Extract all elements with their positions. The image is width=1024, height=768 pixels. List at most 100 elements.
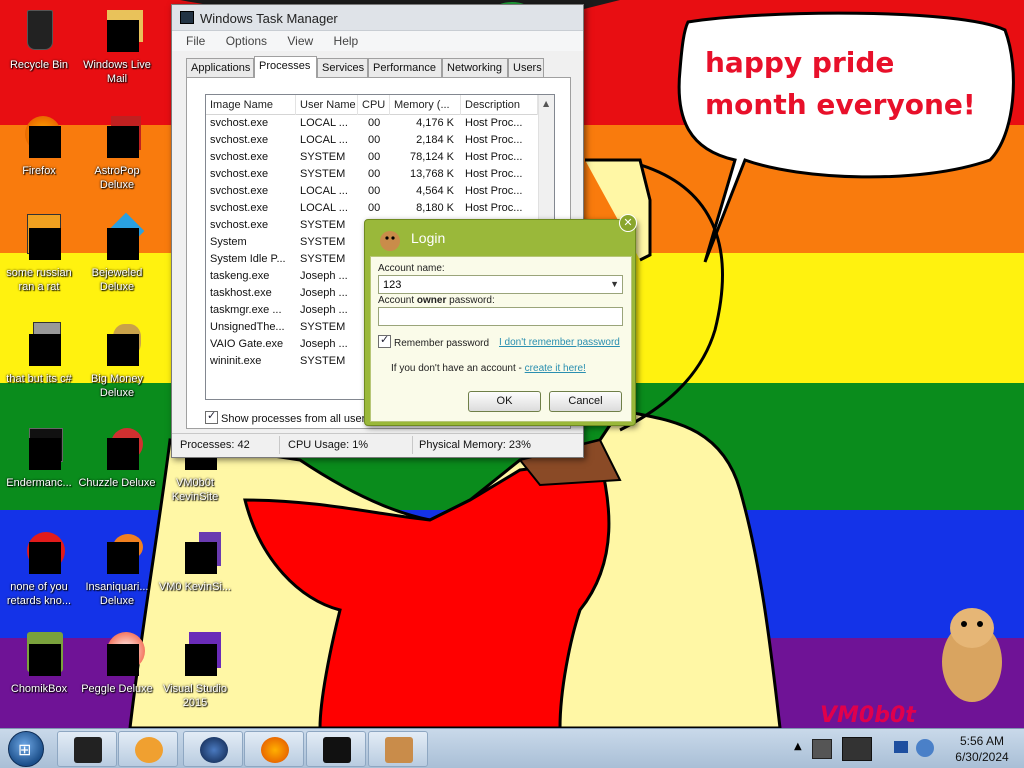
login-title: Login xyxy=(411,230,446,246)
table-cell: 00 xyxy=(368,168,381,180)
login-dialog[interactable]: Login ✕ Account name: 123 ▼ Account owne… xyxy=(364,214,637,426)
forgot-password-link[interactable]: I don't remember password xyxy=(499,337,620,348)
chevron-down-icon[interactable]: ▼ xyxy=(610,279,619,289)
tray-app-icon[interactable] xyxy=(812,739,832,759)
table-row[interactable]: svchost.exe SYSTEM 00 78,124 K Host Proc... xyxy=(206,150,538,167)
desktop-icon-insaniquarium[interactable]: Insaniquari... Deluxe xyxy=(78,528,156,608)
table-cell: Host Proc... xyxy=(465,151,523,163)
table-row[interactable]: svchost.exe LOCAL ... 00 4,564 K Host Proc..… xyxy=(206,184,538,201)
menu-view[interactable]: View xyxy=(275,31,318,48)
table-cell: Joseph ... xyxy=(300,338,348,350)
desktop-icon-label: that but its c# xyxy=(6,373,72,385)
sound-icon[interactable] xyxy=(916,739,934,757)
desktop-icon-chuzzle[interactable]: Chuzzle Deluxe xyxy=(78,424,156,490)
task-manager-titlebar[interactable]: Windows Task Manager xyxy=(172,5,583,31)
tab-processes[interactable]: Processes xyxy=(254,56,317,78)
desktop-icon-label: VM0b0t KevinSite xyxy=(171,477,219,503)
desktop-icon-astropop[interactable]: AstroPop Deluxe xyxy=(78,112,156,192)
desktop-icon-none-of-you[interactable]: none of you retards kno... xyxy=(0,528,78,608)
column-cpu[interactable]: CPU xyxy=(358,95,390,115)
checkbox-checked-icon[interactable] xyxy=(378,333,391,348)
remember-password-checkbox[interactable]: Remember password xyxy=(378,333,489,349)
desktop-icon-some-russian-ran-a-rat[interactable]: some russian ran a rat xyxy=(0,214,78,294)
show-all-processes-label: Show processes from all users xyxy=(221,413,371,425)
desktop-icon-firefox[interactable]: Firefox xyxy=(0,112,78,178)
table-cell: svchost.exe xyxy=(210,117,269,129)
firefox-icon xyxy=(15,112,63,160)
table-cell: Host Proc... xyxy=(465,202,523,214)
tab-performance[interactable]: Performance xyxy=(368,58,442,77)
desktop-icon-big-money[interactable]: Big Money Deluxe xyxy=(78,320,156,400)
table-cell: SYSTEM xyxy=(300,168,346,180)
table-cell: svchost.exe xyxy=(210,168,269,180)
desktop-icon-recycle-bin[interactable]: Recycle Bin xyxy=(0,6,78,72)
desktop-icon-bejeweled[interactable]: Bejeweled Deluxe xyxy=(78,212,156,294)
table-row[interactable]: svchost.exe LOCAL ... 00 4,176 K Host Proc..… xyxy=(206,116,538,133)
table-cell: Host Proc... xyxy=(465,134,523,146)
tab-services[interactable]: Services xyxy=(317,58,368,77)
desktop-icon-windows-live-mail[interactable]: Windows Live Mail xyxy=(78,6,156,86)
scroll-up-arrow-icon[interactable]: ▲ xyxy=(543,99,549,108)
taskbar-globe-button[interactable] xyxy=(183,731,243,767)
taskbar-chomikbox-button[interactable] xyxy=(368,731,428,767)
display-icon[interactable] xyxy=(894,741,908,753)
taskbar-firefox-button[interactable] xyxy=(244,731,304,767)
create-account-link[interactable]: create it here! xyxy=(525,363,586,374)
tab-users[interactable]: Users xyxy=(508,58,544,77)
file-icon xyxy=(171,528,221,576)
cancel-button[interactable]: Cancel xyxy=(549,391,622,412)
desktop-icon-vm0-kevinsi[interactable]: VM0 KevinSi... xyxy=(156,528,234,594)
status-cpu: CPU Usage: 1% xyxy=(288,439,369,451)
table-cell: 00 xyxy=(368,151,381,163)
status-memory: Physical Memory: 23% xyxy=(419,439,531,451)
table-cell: UnsignedThe... xyxy=(210,321,285,333)
table-cell: 2,184 K xyxy=(416,134,454,146)
show-all-processes-checkbox[interactable]: Show processes from all users xyxy=(205,409,371,425)
tab-applications[interactable]: Applications xyxy=(186,58,254,77)
start-button[interactable]: ⊞ xyxy=(8,731,44,767)
desktop-icon-endermanc[interactable]: Endermanc... xyxy=(0,424,78,490)
table-cell: svchost.exe xyxy=(210,134,269,146)
account-name-field[interactable]: 123 ▼ xyxy=(378,275,623,294)
taskbar-task-manager-button[interactable] xyxy=(306,731,366,767)
tab-networking[interactable]: Networking xyxy=(442,58,508,77)
ok-button[interactable]: OK xyxy=(468,391,541,412)
close-icon[interactable]: ✕ xyxy=(619,214,637,232)
column-memory[interactable]: Memory (... xyxy=(390,95,461,115)
taskbar-explorer-button[interactable] xyxy=(57,731,117,767)
generic-app-icon xyxy=(15,320,63,368)
show-hidden-icons-icon[interactable]: ▲ xyxy=(794,741,802,752)
table-cell: LOCAL ... xyxy=(300,117,348,129)
column-description[interactable]: Description xyxy=(461,95,538,115)
desktop-icon-peggle[interactable]: Peggle Deluxe xyxy=(78,630,156,696)
desktop-icon-chomikbox[interactable]: ChomikBox xyxy=(0,630,78,696)
table-cell: SYSTEM xyxy=(300,219,346,231)
column-image-name[interactable]: Image Name xyxy=(206,95,296,115)
table-row[interactable]: svchost.exe SYSTEM 00 13,768 K Host Proc... xyxy=(206,167,538,184)
table-row[interactable]: svchost.exe LOCAL ... 00 2,184 K Host Proc..… xyxy=(206,133,538,150)
column-user-name[interactable]: User Name xyxy=(296,95,358,115)
taskbar-media-player-button[interactable] xyxy=(118,731,178,767)
menu-help[interactable]: Help xyxy=(322,31,364,48)
java-icon xyxy=(15,214,63,262)
desktop-icon-visual-studio[interactable]: Visual Studio 2015 xyxy=(156,630,234,710)
big-money-icon xyxy=(93,320,141,368)
checkbox-checked-icon[interactable] xyxy=(205,409,218,424)
desktop-icon-label: ChomikBox xyxy=(10,683,68,695)
menu-file[interactable]: File xyxy=(172,31,210,48)
taskbar-clock[interactable]: 5:56 AM 6/30/2024 xyxy=(944,733,1020,765)
table-cell: 00 xyxy=(368,202,381,214)
menu-options[interactable]: Options xyxy=(214,31,272,48)
network-icon[interactable] xyxy=(842,737,872,761)
desktop-icon-label: Endermanc... xyxy=(6,477,72,489)
table-row[interactable]: svchost.exe LOCAL ... 00 8,180 K Host Proc..… xyxy=(206,201,538,218)
password-field[interactable] xyxy=(378,307,623,326)
desktop-icon-that-but-its-csharp[interactable]: that but its c# xyxy=(0,320,78,386)
table-cell: SYSTEM xyxy=(300,236,346,248)
table-cell: Joseph ... xyxy=(300,270,348,282)
table-cell: 8,180 K xyxy=(416,202,454,214)
firefox-icon xyxy=(261,737,289,763)
recycle-bin-icon xyxy=(15,6,63,54)
opera-icon xyxy=(15,528,65,576)
table-cell: svchost.exe xyxy=(210,151,269,163)
